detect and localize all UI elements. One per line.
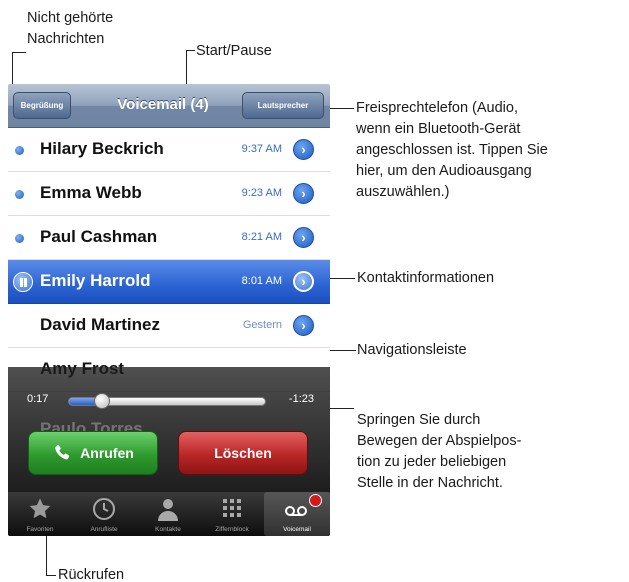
callout-play-pause: Start/Pause [196, 43, 272, 59]
detail-disclosure-icon[interactable]: › [293, 227, 314, 248]
remaining-time: -1:23 [288, 393, 314, 405]
person-icon [158, 499, 178, 521]
tab-keypad[interactable]: Ziffernblock [200, 492, 264, 536]
detail-disclosure-icon[interactable]: › [293, 315, 314, 336]
voicemail-row[interactable]: Emma Webb 9:23 AM › [8, 172, 330, 216]
message-time: 8:01 AM [241, 275, 282, 287]
phone-icon [55, 444, 70, 460]
keypad-icon [223, 499, 241, 517]
greeting-button[interactable]: Begrüßung [13, 92, 71, 119]
page-title: Voicemail (4) [117, 96, 209, 113]
callout-drag: Springen Sie durch Bewegen der Abspielpo… [357, 412, 522, 491]
voicemail-row-playing[interactable]: Emily Harrold 8:01 AM › [8, 260, 330, 304]
unheard-dot-icon [15, 146, 24, 155]
voicemail-row[interactable]: Hilary Beckrich 9:37 AM › [8, 128, 330, 172]
navigation-bar: Begrüßung Voicemail (4) Lautsprecher [8, 84, 330, 128]
speaker-button[interactable]: Lautsprecher [242, 92, 324, 119]
detail-disclosure-icon[interactable]: › [293, 139, 314, 160]
callout-unheard-messages: Nicht gehörte Nachrichten [27, 10, 114, 47]
star-icon [29, 498, 51, 519]
callout-scrubber: Navigationsleiste [357, 342, 467, 358]
callout-speaker: Freisprechtelefon (Audio, wenn ein Bluet… [356, 100, 548, 200]
detail-disclosure-icon[interactable]: › [293, 271, 314, 292]
scrubber-playhead[interactable] [94, 393, 111, 409]
tab-voicemail[interactable]: Voicemail [264, 492, 330, 536]
call-button-label: Anrufen [80, 445, 134, 461]
caller-name: Emma Webb [40, 183, 142, 202]
delete-button[interactable]: Löschen [178, 431, 308, 475]
voicemail-icon [285, 506, 307, 516]
voicemail-row[interactable]: David Martinez Gestern › [8, 304, 330, 348]
badge-icon [309, 494, 322, 507]
caller-name: Hilary Beckrich [40, 139, 164, 158]
tab-favorites[interactable]: Favoriten [8, 492, 72, 536]
caller-name: Emily Harrold [40, 271, 151, 290]
voicemail-row[interactable]: Paul Cashman 8:21 AM › [8, 216, 330, 260]
leader-play-h1 [186, 50, 195, 51]
callout-call-back: Rückrufen [58, 567, 125, 582]
caller-name: Paul Cashman [40, 227, 158, 246]
call-back-button[interactable]: Anrufen [28, 431, 158, 475]
clock-icon [93, 498, 115, 520]
detail-disclosure-icon[interactable]: › [293, 183, 314, 204]
message-time: 9:37 AM [241, 143, 282, 155]
callout-contact-info: Kontaktinformationen [357, 270, 495, 286]
message-time: 9:23 AM [241, 187, 282, 199]
phone-screen: Begrüßung Voicemail (4) Lautsprecher Hil… [8, 84, 330, 536]
caller-name: David Martinez [40, 315, 160, 334]
playback-panel: Paulo Torres 0:17 -1:23 Anrufen Löschen [8, 367, 330, 492]
leader-unheard-h [12, 52, 26, 53]
pause-icon[interactable] [13, 272, 33, 292]
tab-bar: Favoriten Anrufliste Kontakte Ziffernblo… [8, 492, 330, 536]
elapsed-time: 0:17 [27, 393, 49, 405]
leader-callback-h [46, 575, 56, 576]
tab-contacts[interactable]: Kontakte [136, 492, 200, 536]
unheard-dot-icon [15, 234, 24, 243]
unheard-dot-icon [15, 190, 24, 199]
message-time: 8:21 AM [241, 231, 282, 243]
message-time: Gestern [242, 319, 282, 331]
tab-recents[interactable]: Anrufliste [72, 492, 136, 536]
scrubber-bar[interactable] [68, 393, 266, 409]
